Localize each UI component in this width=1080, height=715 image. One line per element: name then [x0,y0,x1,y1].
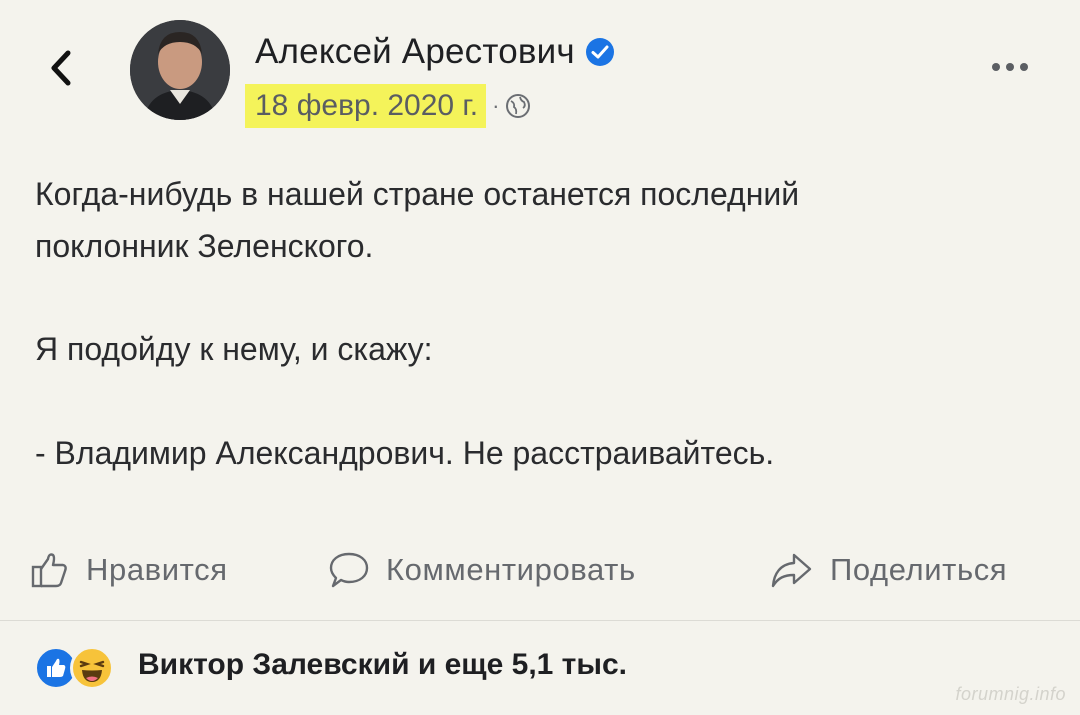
reactions-count[interactable]: Виктор Залевский и еще 5,1 тыс. [138,648,627,682]
more-options-button[interactable] [992,55,1028,79]
avatar[interactable] [130,20,230,120]
verified-badge-icon [585,38,614,66]
post-text-line: Когда-нибудь в нашей стране останется по… [35,176,800,212]
like-label: Нравится [86,552,228,587]
comment-bubble-icon [329,552,369,588]
avatar-photo [130,20,230,120]
post-meta: 18 февр. 2020 г. · [245,84,531,128]
share-label: Поделиться [830,552,1008,587]
more-dot [1006,63,1014,71]
comment-label: Комментировать [386,552,636,587]
divider [0,620,1080,621]
share-button[interactable]: Поделиться [770,540,1007,600]
meta-separator: · [492,93,500,118]
reaction-icons [34,640,120,690]
post-date[interactable]: 18 февр. 2020 г. [245,84,487,128]
author-name-row[interactable]: Алексей Арестович [255,32,615,72]
more-options-icon [992,63,1000,71]
more-dot [1020,63,1028,71]
globe-icon [506,94,531,118]
thumbs-up-icon [31,553,67,588]
reactions-summary[interactable]: Виктор Залевский и еще 5,1 тыс. [34,640,627,690]
post-actions: Нравится Комментировать Поделиться [30,540,1060,600]
post-text-line: - Владимир Александрович. Не расстраивай… [35,435,775,471]
share-arrow-icon [771,553,812,588]
post-text-line: поклонник Зеленского. [35,228,374,264]
haha-reaction-icon [70,646,114,690]
watermark: forumnig.info [955,684,1066,704]
comment-button[interactable]: Комментировать [328,540,636,600]
post-text-line: Я подойду к нему, и скажу: [35,331,433,367]
post-card: Алексей Арестович 18 февр. 2020 г. · Ког… [0,0,1080,715]
author-name[interactable]: Алексей Арестович [255,32,575,72]
like-button[interactable]: Нравится [30,540,228,600]
chevron-left-icon [51,50,71,86]
back-button[interactable] [46,48,76,88]
